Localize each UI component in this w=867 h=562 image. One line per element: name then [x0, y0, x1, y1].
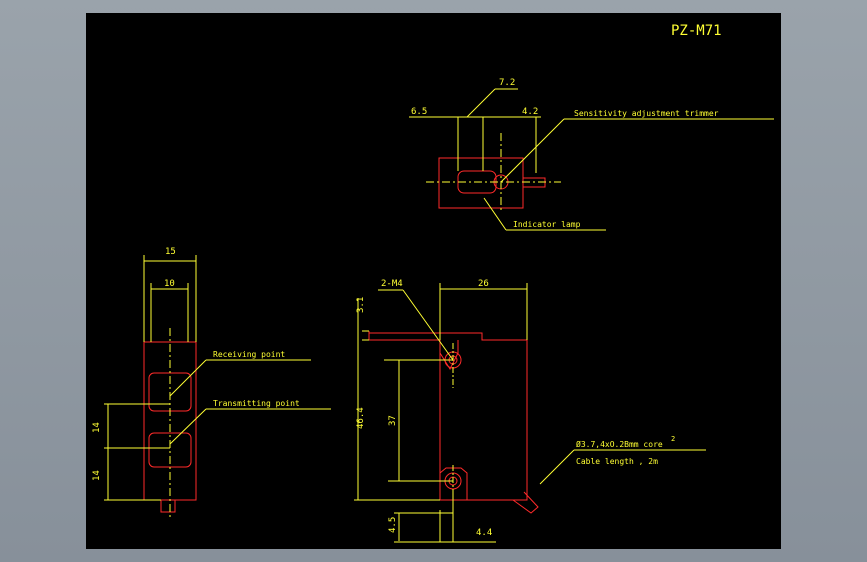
dim-front-15: 15 [165, 247, 176, 257]
label-transmitting-point: Transmitting point [213, 399, 300, 408]
label-cable-mark: 2 [671, 435, 675, 443]
label-cable-spec: Ø3.7,4xO.2Bmm core [576, 439, 663, 449]
dim-side-4-4: 4.4 [476, 528, 492, 538]
dim-front-14-upper: 14 [92, 422, 102, 433]
dim-side-4-5: 4.5 [388, 517, 398, 533]
dim-top-7-2: 7.2 [499, 78, 515, 88]
dim-top-6-5: 6.5 [411, 107, 427, 117]
label-trimmer: Sensitivity adjustment trimmer [574, 109, 719, 118]
drawing-title: PZ-M71 [671, 23, 722, 39]
label-cable-length: Cable length , 2m [576, 457, 658, 466]
label-receiving-point: Receiving point [213, 350, 285, 359]
dim-side-37: 37 [388, 415, 398, 426]
front-view: 15 10 14 14 Receiving point Transmitting… [92, 247, 331, 518]
dim-side-26: 26 [478, 279, 489, 289]
dim-side-2-m4: 2-M4 [381, 279, 403, 289]
technical-drawing: PZ-M71 6.5 7.2 4.2 Sensitivity adjustmen… [92, 23, 774, 543]
cad-canvas: PZ-M71 6.5 7.2 4.2 Sensitivity adjustmen… [86, 13, 781, 549]
dim-side-46-4: 46.4 [356, 407, 366, 429]
dim-front-14-lower: 14 [92, 470, 102, 481]
side-view: 2-M4 26 3.1 46.4 37 4.5 4.4 Ø3.7,4xO.2Bm… [354, 279, 706, 543]
dim-front-10: 10 [164, 279, 175, 289]
dim-top-4-2: 4.2 [522, 107, 538, 117]
top-view-outline [438, 157, 546, 209]
top-view: 6.5 7.2 4.2 Sensitivity adjustment trimm… [409, 78, 774, 231]
dim-side-3-1: 3.1 [356, 297, 366, 313]
label-indicator-lamp: Indicator lamp [513, 220, 581, 229]
